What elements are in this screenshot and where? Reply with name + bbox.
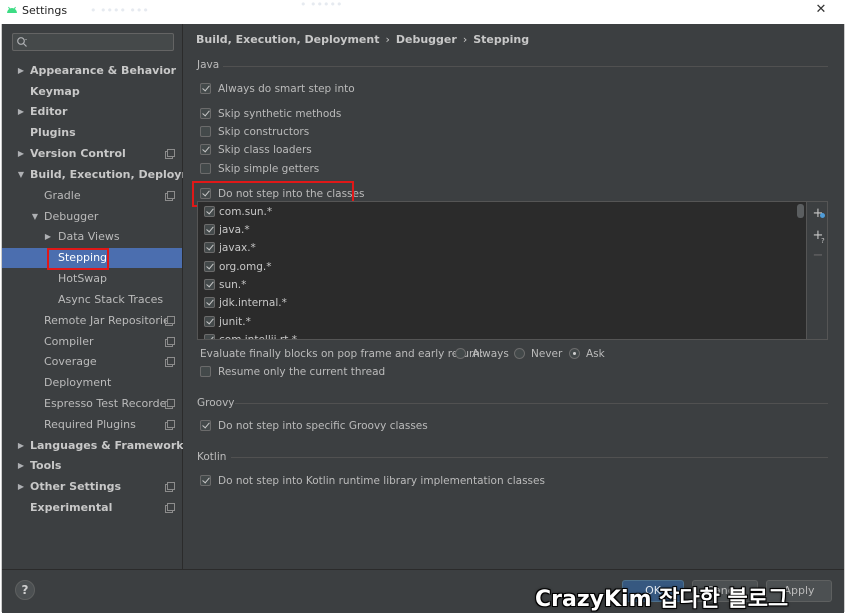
checkbox-icon[interactable]: [204, 242, 215, 253]
android-studio-icon: [7, 6, 17, 13]
sidebar-item-other-settings[interactable]: ▶ Other Settings: [2, 477, 182, 497]
add-class-button[interactable]: +: [810, 206, 826, 222]
sidebar-item-languages-frameworks[interactable]: ▶ Languages & Frameworks: [2, 436, 190, 456]
window-titlebar: Settings • •••• ••• • ••••• ✕: [0, 0, 846, 24]
checkbox-icon[interactable]: [204, 316, 215, 327]
settings-dialog: ▶ Appearance & Behavior Keymap ▶ Editor …: [1, 24, 845, 613]
breadcrumb-separator: ›: [462, 33, 468, 46]
breadcrumb-separator: ›: [385, 33, 390, 46]
checkbox-icon: [200, 83, 211, 94]
class-filters-list[interactable]: com.sun.* java.* javax.* org.omg.* sun.*…: [197, 201, 828, 340]
checkbox-icon[interactable]: [204, 224, 215, 235]
section-divider: [231, 457, 828, 458]
sidebar-item-deployment[interactable]: Deployment: [2, 373, 182, 393]
help-button[interactable]: ?: [15, 580, 35, 600]
expand-arrow-icon[interactable]: ▶: [16, 477, 26, 497]
breadcrumb: Build, Execution, Deployment › Debugger › St…: [196, 32, 529, 50]
sidebar-item-debugger[interactable]: ▼ Debugger: [2, 207, 182, 227]
sidebar-item-gradle[interactable]: Gradle: [2, 186, 182, 206]
collapse-arrow-icon[interactable]: ▼: [16, 165, 26, 185]
collapse-arrow-icon[interactable]: ▼: [30, 207, 40, 227]
settings-sidebar: ▶ Appearance & Behavior Keymap ▶ Editor …: [2, 24, 214, 569]
sidebar-item-compiler[interactable]: Compiler: [2, 332, 182, 352]
checkbox-icon[interactable]: [204, 297, 215, 308]
sidebar-item-coverage[interactable]: Coverage: [2, 352, 182, 372]
expand-arrow-icon[interactable]: ▶: [43, 227, 53, 247]
settings-search-input[interactable]: [12, 33, 174, 51]
sidebar-item-editor[interactable]: ▶ Editor: [2, 102, 182, 122]
expand-arrow-icon[interactable]: ▶: [16, 144, 26, 164]
section-divider: [235, 403, 828, 404]
close-window-button[interactable]: ✕: [802, 1, 840, 21]
section-title-kotlin: Kotlin: [197, 451, 227, 463]
list-toolbar: + +? −: [806, 202, 827, 339]
project-settings-icon: [165, 399, 175, 409]
sidebar-item-build-execution-deployment[interactable]: ▼ Build, Execution, Deployment: [2, 165, 214, 185]
radio-icon: [455, 348, 466, 359]
section-divider: [223, 66, 828, 67]
expand-arrow-icon[interactable]: ▶: [16, 61, 26, 81]
checkbox-icon[interactable]: [204, 206, 215, 217]
background-ghost-text: • •••• •••: [90, 4, 149, 17]
breadcrumb-item-debugger: Debugger: [395, 33, 457, 46]
breadcrumb-item-stepping: Stepping: [473, 33, 530, 46]
sidebar-item-keymap[interactable]: Keymap: [2, 82, 182, 102]
project-settings-icon: [165, 316, 175, 326]
sidebar-item-required-plugins[interactable]: Required Plugins: [2, 415, 182, 435]
checkbox-icon[interactable]: [204, 279, 215, 290]
radio-icon: [569, 348, 580, 359]
expand-arrow-icon[interactable]: ▶: [16, 456, 26, 476]
sidebar-item-data-views[interactable]: ▶ Data Views: [2, 227, 182, 247]
project-settings-icon: [165, 357, 175, 367]
sidebar-item-tools[interactable]: ▶ Tools: [2, 456, 182, 476]
sidebar-item-remote-jar-repositories[interactable]: Remote Jar Repositories: [2, 311, 182, 331]
window-title: Settings: [22, 4, 68, 17]
project-settings-icon: [165, 482, 175, 492]
annotation-highlight-box: [47, 248, 109, 270]
project-settings-icon: [165, 337, 175, 347]
question-badge-icon: ?: [821, 237, 825, 245]
close-icon: ✕: [815, 2, 827, 17]
checkbox-icon: [200, 126, 211, 137]
remove-icon: −: [812, 248, 824, 263]
sidebar-item-plugins[interactable]: Plugins: [2, 123, 182, 143]
checkbox-icon: [200, 420, 211, 431]
sidebar-item-hotswap[interactable]: HotSwap: [2, 269, 182, 289]
sidebar-item-espresso-test-recorder[interactable]: Espresso Test Recorder: [2, 394, 182, 414]
expand-arrow-icon[interactable]: ▶: [16, 436, 26, 456]
expand-arrow-icon[interactable]: ▶: [16, 102, 26, 122]
help-icon: ?: [21, 583, 29, 597]
sidebar-item-experimental[interactable]: Experimental: [2, 498, 182, 518]
project-settings-icon: [165, 503, 175, 513]
remove-button[interactable]: −: [810, 248, 826, 264]
search-icon: [17, 37, 27, 47]
background-ghost-text-2: • •••••: [300, 0, 343, 11]
checkbox-icon: [200, 366, 211, 377]
breadcrumb-item-build: Build, Execution, Deployment: [196, 33, 380, 46]
section-title-groovy: Groovy: [197, 397, 235, 409]
checkbox-icon: [200, 144, 211, 155]
section-title-java: Java: [197, 59, 220, 71]
watermark-text: CrazyKim 잡다한 블로그: [535, 587, 789, 612]
radio-icon: [514, 348, 525, 359]
class-badge-icon: [820, 213, 825, 218]
sidebar-item-async-stack-traces[interactable]: Async Stack Traces: [2, 290, 182, 310]
checkbox-icon[interactable]: [204, 261, 215, 272]
settings-content-panel: Build, Execution, Deployment › Debugger › St…: [183, 24, 844, 569]
project-settings-icon: [165, 420, 175, 430]
project-settings-icon: [165, 191, 175, 201]
list-scrollbar[interactable]: [797, 204, 804, 218]
checkbox-icon: [200, 163, 211, 174]
sidebar-item-appearance-behavior[interactable]: ▶ Appearance & Behavior: [2, 61, 182, 81]
add-pattern-button[interactable]: +?: [810, 228, 826, 245]
project-settings-icon: [165, 149, 175, 159]
checkbox-icon[interactable]: [204, 334, 215, 339]
sidebar-item-version-control[interactable]: ▶ Version Control: [2, 144, 182, 164]
checkbox-icon: [200, 475, 211, 486]
checkbox-icon: [200, 108, 211, 119]
